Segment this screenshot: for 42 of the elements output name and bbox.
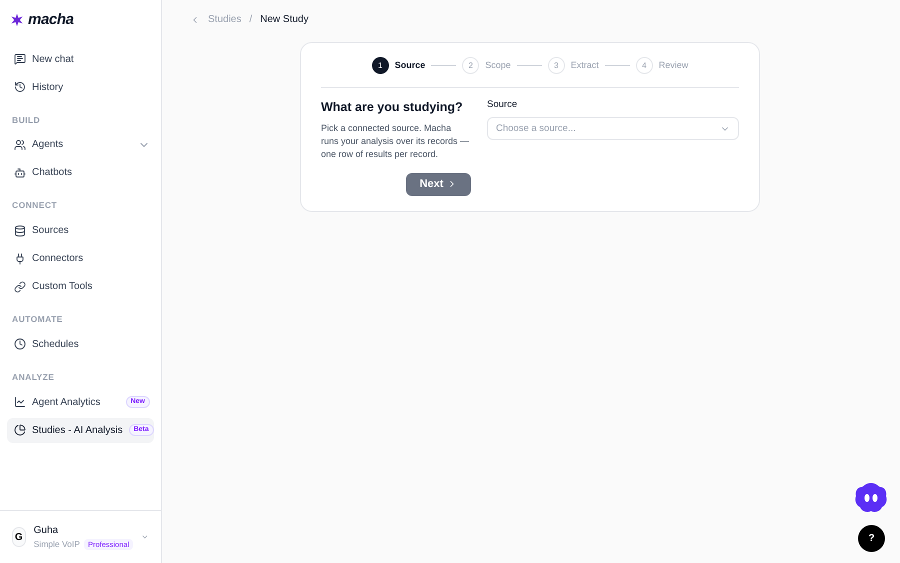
section-heading: AUTOMATE xyxy=(12,313,64,326)
org-name: Simple VoIP xyxy=(34,538,80,551)
step-indicator: 4 xyxy=(636,57,653,74)
step-indicator: 2 xyxy=(462,57,480,74)
sidebar-item[interactable]: Sources xyxy=(7,218,154,243)
step-indicator: 1 xyxy=(372,57,389,74)
step-label: Scope xyxy=(485,58,511,72)
field-label: Source xyxy=(487,98,518,112)
step-label: Review xyxy=(658,58,688,72)
section-heading: BUILD xyxy=(12,114,42,126)
logo-icon xyxy=(10,13,24,28)
database-icon xyxy=(14,224,26,236)
sidebar-item[interactable]: History xyxy=(7,74,154,100)
mascot-icon[interactable] xyxy=(854,482,888,514)
brand-name: macha xyxy=(28,10,74,30)
clock-icon xyxy=(14,338,26,350)
history-icon xyxy=(14,81,26,93)
sidebar-item[interactable]: Custom Tools xyxy=(7,274,154,299)
form-title: What are you studying? xyxy=(321,99,464,116)
sidebar-item[interactable]: New chat xyxy=(7,46,154,72)
link-icon xyxy=(14,280,26,292)
breadcrumb-separator: / xyxy=(249,13,252,27)
pie-chart-icon xyxy=(14,424,26,436)
chat-icon xyxy=(14,53,26,65)
sidebar-item[interactable]: Schedules xyxy=(7,332,154,357)
sidebar-item[interactable]: Connectors xyxy=(7,246,154,271)
step-label: Extract xyxy=(570,58,599,72)
sidebar-item[interactable]: Agents xyxy=(7,132,154,158)
user-avatar: G xyxy=(12,527,26,548)
help-button[interactable]: ? xyxy=(858,525,885,552)
section-heading: CONNECT xyxy=(12,199,58,212)
line-chart-icon xyxy=(14,396,26,408)
plug-icon xyxy=(14,252,26,264)
section-heading: ANALYZE xyxy=(12,370,56,384)
step-indicator: 3 xyxy=(548,57,565,74)
step-label: Source xyxy=(394,58,426,72)
sidebar-item[interactable]: Chatbots xyxy=(7,160,154,186)
form-description: Pick a connected source. Macha runs your analysis over its records — one row of results per record. xyxy=(321,122,470,161)
users-icon xyxy=(14,138,26,151)
user-name: Guha xyxy=(34,524,60,538)
breadcrumb-current: New Study xyxy=(260,13,308,27)
bot-icon xyxy=(14,166,26,179)
